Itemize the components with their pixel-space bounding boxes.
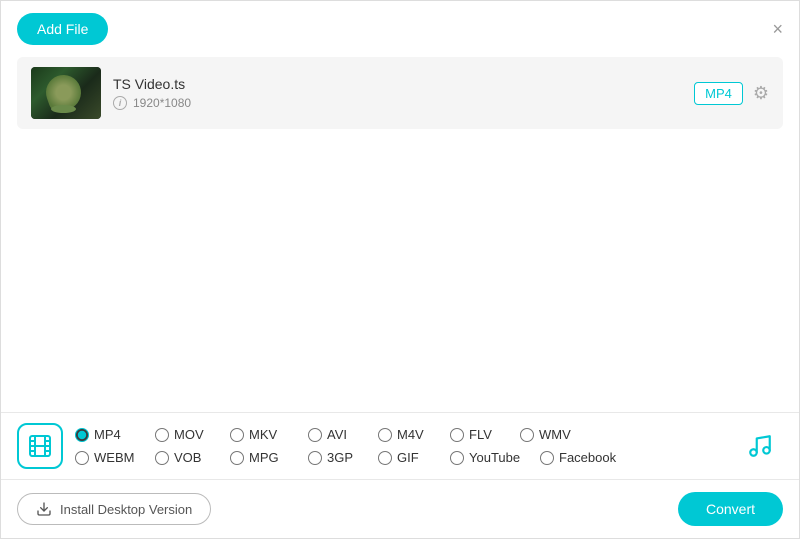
format-label-wmv: WMV <box>539 427 571 442</box>
format-option-flv[interactable]: FLV <box>450 424 520 445</box>
format-label-vob: VOB <box>174 450 201 465</box>
file-item: TS Video.ts i 1920*1080 MP4 ⚙ <box>17 57 783 129</box>
format-option-m4v[interactable]: M4V <box>378 424 450 445</box>
install-desktop-button[interactable]: Install Desktop Version <box>17 493 211 525</box>
format-label-m4v: M4V <box>397 427 424 442</box>
file-resolution: 1920*1080 <box>133 96 191 110</box>
format-option-vob[interactable]: VOB <box>155 447 230 468</box>
format-label-avi: AVI <box>327 427 347 442</box>
format-option-mkv[interactable]: MKV <box>230 424 308 445</box>
format-option-youtube[interactable]: YouTube <box>450 447 540 468</box>
action-bar: Install Desktop Version Convert <box>1 480 799 538</box>
settings-icon[interactable]: ⚙ <box>753 83 769 104</box>
file-thumbnail <box>31 67 101 119</box>
header: Add File × <box>1 1 799 57</box>
format-options: MP4 MOV MKV AVI <box>75 424 729 468</box>
format-bar: MP4 MOV MKV AVI <box>1 413 799 480</box>
audio-format-icon[interactable] <box>737 423 783 469</box>
install-label: Install Desktop Version <box>60 502 192 517</box>
format-option-mpg[interactable]: MPG <box>230 447 308 468</box>
format-label-flv: FLV <box>469 427 492 442</box>
film-icon <box>17 423 63 469</box>
format-label-facebook: Facebook <box>559 450 616 465</box>
close-button[interactable]: × <box>772 20 783 38</box>
format-option-avi[interactable]: AVI <box>308 424 378 445</box>
format-option-wmv[interactable]: WMV <box>520 424 590 445</box>
format-label-gif: GIF <box>397 450 419 465</box>
add-file-button[interactable]: Add File <box>17 13 108 45</box>
download-icon <box>36 501 52 517</box>
format-label-mov: MOV <box>174 427 204 442</box>
format-label-youtube: YouTube <box>469 450 520 465</box>
format-option-3gp[interactable]: 3GP <box>308 447 378 468</box>
convert-button[interactable]: Convert <box>678 492 783 526</box>
app-window: Add File × TS Video.ts i 1920*1080 MP4 ⚙ <box>1 1 799 538</box>
format-label-3gp: 3GP <box>327 450 353 465</box>
file-actions: MP4 ⚙ <box>694 82 769 105</box>
format-row-1: MP4 MOV MKV AVI <box>75 424 729 445</box>
format-option-gif[interactable]: GIF <box>378 447 450 468</box>
format-label-mp4: MP4 <box>94 427 121 442</box>
file-info: TS Video.ts i 1920*1080 <box>113 76 682 110</box>
bottom-section: MP4 MOV MKV AVI <box>1 412 799 538</box>
format-option-facebook[interactable]: Facebook <box>540 447 630 468</box>
format-label-mkv: MKV <box>249 427 277 442</box>
format-badge[interactable]: MP4 <box>694 82 743 105</box>
format-row-2: WEBM VOB MPG 3GP <box>75 447 729 468</box>
format-label-mpg: MPG <box>249 450 279 465</box>
format-option-mov[interactable]: MOV <box>155 424 230 445</box>
format-option-webm[interactable]: WEBM <box>75 447 155 468</box>
format-option-mp4[interactable]: MP4 <box>75 424 155 445</box>
file-list: TS Video.ts i 1920*1080 MP4 ⚙ <box>1 57 799 132</box>
main-content <box>1 132 799 412</box>
file-name: TS Video.ts <box>113 76 682 92</box>
file-meta: i 1920*1080 <box>113 96 682 110</box>
format-label-webm: WEBM <box>94 450 134 465</box>
info-icon: i <box>113 96 127 110</box>
